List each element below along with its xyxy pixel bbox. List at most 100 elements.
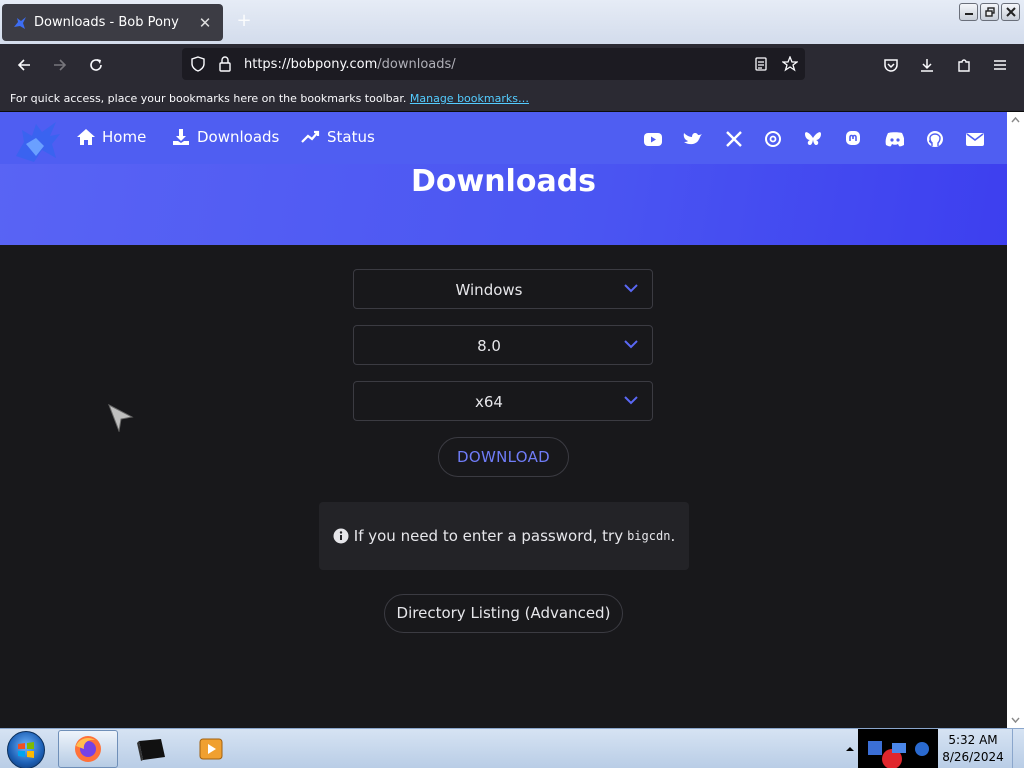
firefox-icon	[75, 736, 101, 762]
chevron-down-icon	[624, 340, 638, 349]
back-arrow-icon	[17, 59, 30, 71]
nav-downloads[interactable]: Downloads	[171, 128, 279, 146]
chevron-down-icon	[624, 284, 638, 293]
puzzle-icon	[958, 59, 970, 72]
threads-icon	[765, 131, 781, 147]
os-select-value: Windows	[455, 281, 523, 299]
mastodon-icon	[846, 131, 860, 145]
url-text[interactable]: https://bobpony.com/downloads/	[244, 57, 456, 72]
github-link[interactable]	[925, 129, 945, 149]
close-window-button[interactable]	[1001, 3, 1020, 21]
bookmarks-hint: For quick access, place your bookmarks h…	[10, 92, 407, 105]
tab-close-icon[interactable]: ✕	[197, 14, 213, 32]
notice-password-code: bigcdn	[627, 529, 671, 543]
system-tray	[858, 729, 938, 768]
tab-title: Downloads - Bob Pony	[34, 15, 179, 30]
arch-select[interactable]: x64	[353, 381, 653, 421]
arch-select-value: x64	[475, 393, 503, 411]
bookmarks-toolbar: For quick access, place your bookmarks h…	[0, 86, 1024, 112]
mail-icon	[966, 132, 984, 146]
github-icon	[927, 131, 943, 147]
nav-downloads-label: Downloads	[197, 128, 280, 146]
tray-icons[interactable]	[858, 729, 938, 768]
twitter-link[interactable]	[683, 129, 703, 149]
title-bar: Downloads - Bob Pony ✕ +	[0, 0, 1024, 44]
download-icon	[173, 129, 189, 145]
notice-period: .	[670, 527, 676, 545]
page-content: Home Downloads Status Downloads Windows …	[0, 112, 1007, 728]
mastodon-link[interactable]	[843, 129, 863, 149]
close-icon	[1005, 7, 1016, 17]
mouse-cursor-icon	[108, 404, 134, 432]
address-bar[interactable]: https://bobpony.com/downloads/	[182, 48, 805, 80]
tray-expand-icon[interactable]	[845, 744, 855, 754]
terminal-icon	[137, 739, 165, 761]
shield-icon[interactable]	[190, 56, 206, 72]
restore-icon	[984, 7, 995, 17]
scroll-up-icon[interactable]	[1007, 114, 1024, 126]
x-link[interactable]	[724, 129, 744, 149]
download-icon	[921, 59, 933, 72]
new-tab-button[interactable]: +	[234, 11, 254, 31]
clock-date: 8/26/2024	[942, 750, 1004, 764]
home-icon	[77, 129, 95, 145]
lock-icon[interactable]	[218, 56, 232, 72]
windows-logo-icon	[18, 742, 34, 758]
email-link[interactable]	[965, 129, 985, 149]
back-button[interactable]	[12, 53, 36, 77]
discord-link[interactable]	[884, 129, 904, 149]
password-notice: If you need to enter a password, try big…	[319, 502, 689, 570]
directory-listing-button[interactable]: Directory Listing (Advanced)	[384, 594, 623, 633]
taskbar-terminal[interactable]	[121, 730, 181, 768]
url-host: https://bobpony.com	[244, 57, 378, 72]
show-desktop-button[interactable]	[1012, 729, 1024, 768]
downloads-button[interactable]	[915, 53, 939, 77]
clock[interactable]: 5:32 AM 8/26/2024	[940, 732, 1006, 766]
extensions-button[interactable]	[952, 53, 976, 77]
bookmark-star-icon[interactable]	[782, 56, 798, 72]
forward-button[interactable]	[48, 53, 72, 77]
x-icon	[726, 131, 742, 147]
pocket-button[interactable]	[879, 53, 903, 77]
scroll-down-icon[interactable]	[1007, 714, 1024, 726]
download-button[interactable]: DOWNLOAD	[438, 437, 569, 477]
youtube-icon	[644, 132, 662, 146]
manage-bookmarks-link[interactable]: Manage bookmarks…	[410, 92, 529, 105]
taskbar-firefox[interactable]	[58, 730, 118, 768]
nav-home[interactable]: Home	[76, 128, 146, 146]
reload-button[interactable]	[84, 53, 108, 77]
version-select-value: 8.0	[477, 337, 501, 355]
os-select[interactable]: Windows	[353, 269, 653, 309]
youtube-link[interactable]	[643, 129, 663, 149]
hero-banner: Home Downloads Status Downloads	[0, 112, 1007, 245]
start-button[interactable]	[7, 731, 45, 768]
clock-time: 5:32 AM	[948, 733, 998, 747]
url-path: /downloads/	[377, 57, 456, 72]
bluesky-link[interactable]	[803, 129, 823, 149]
page-title: Downloads	[410, 164, 597, 199]
taskbar-media-player[interactable]	[181, 730, 241, 768]
site-navbar: Home Downloads Status	[0, 112, 1007, 164]
pocket-icon	[884, 59, 898, 72]
bobpony-logo-icon[interactable]	[12, 116, 64, 166]
twitter-icon	[683, 132, 702, 144]
threads-link[interactable]	[763, 129, 783, 149]
reader-view-icon[interactable]	[753, 56, 769, 72]
bobpony-favicon-icon	[14, 16, 26, 29]
browser-tab[interactable]: Downloads - Bob Pony ✕	[2, 4, 223, 41]
minimize-icon	[964, 13, 973, 15]
bluesky-icon	[805, 132, 821, 145]
restore-button[interactable]	[980, 3, 999, 21]
page-scrollbar[interactable]	[1007, 112, 1024, 728]
nav-status[interactable]: Status	[301, 128, 375, 146]
forward-arrow-icon	[54, 59, 67, 71]
discord-icon	[885, 131, 904, 146]
version-select[interactable]: 8.0	[353, 325, 653, 365]
menu-button[interactable]	[988, 53, 1012, 77]
media-player-icon	[199, 738, 223, 760]
chart-icon	[301, 130, 320, 143]
taskbar: 5:32 AM 8/26/2024	[0, 728, 1024, 768]
minimize-button[interactable]	[959, 3, 978, 21]
nav-status-label: Status	[327, 128, 375, 146]
info-icon	[333, 528, 349, 544]
